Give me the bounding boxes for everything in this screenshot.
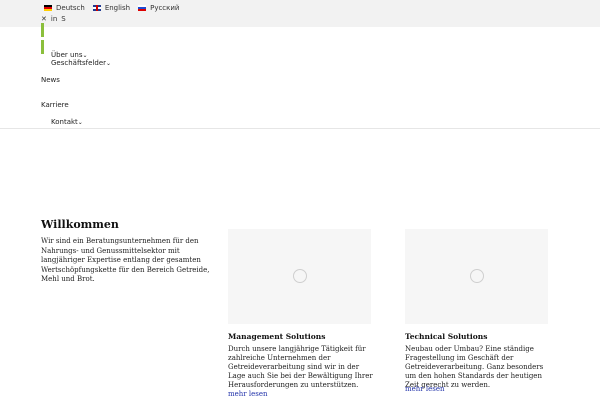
nav-label: Karriere bbox=[41, 101, 69, 109]
nav-label: Kontakt bbox=[51, 118, 78, 126]
lang-deutsch[interactable]: Deutsch bbox=[44, 3, 85, 12]
welcome-heading: Willkommen bbox=[41, 218, 119, 231]
nav-news[interactable]: News bbox=[41, 76, 60, 84]
card-text: Durch unsere langjährige Tätigkeit für z… bbox=[228, 345, 373, 389]
lang-label: Русский bbox=[150, 3, 180, 12]
lang-english[interactable]: English bbox=[92, 3, 131, 12]
read-more-link[interactable]: mehr lesen bbox=[405, 385, 444, 393]
nav-geschaeftsfelder[interactable]: Geschäftsfelder⌄ bbox=[51, 59, 111, 67]
language-switcher: Deutsch English Русский bbox=[44, 3, 179, 12]
card-title: Management Solutions bbox=[228, 332, 326, 341]
russian-flag-icon bbox=[138, 4, 147, 11]
menu-toggle-bar[interactable] bbox=[41, 40, 44, 54]
german-flag-icon bbox=[44, 4, 52, 11]
nav-label: News bbox=[41, 76, 60, 84]
card-text: Neubau oder Umbau? Eine ständige Fragest… bbox=[405, 345, 544, 389]
nav-ueber-uns[interactable]: Über uns⌄ bbox=[51, 51, 88, 59]
nav-kontakt[interactable]: Kontakt⌄ bbox=[51, 118, 83, 126]
read-more-link[interactable]: mehr lesen bbox=[228, 390, 267, 398]
nav-label: Geschäftsfelder bbox=[51, 59, 107, 67]
nav-label: Über uns bbox=[51, 51, 83, 59]
card-title: Technical Solutions bbox=[405, 332, 488, 341]
nav-karriere[interactable]: Karriere bbox=[41, 101, 69, 109]
loading-spinner-icon bbox=[470, 269, 484, 283]
loading-spinner-icon bbox=[293, 269, 307, 283]
uk-flag-icon bbox=[92, 4, 101, 11]
skype-icon[interactable]: S bbox=[61, 15, 65, 23]
lang-label: Deutsch bbox=[56, 3, 85, 12]
social-links: ✕ in S bbox=[41, 15, 66, 23]
nav-area bbox=[0, 27, 600, 128]
linkedin-icon[interactable]: in bbox=[51, 15, 57, 23]
card-image-placeholder bbox=[405, 229, 548, 324]
chevron-down-icon: ⌄ bbox=[77, 119, 83, 126]
chevron-down-icon: ⌄ bbox=[82, 52, 88, 59]
lang-label: English bbox=[104, 3, 131, 12]
header: Deutsch English Русский ✕ in S Über uns⌄… bbox=[0, 0, 600, 129]
card-image-placeholder bbox=[228, 229, 371, 324]
chevron-down-icon: ⌄ bbox=[106, 60, 112, 67]
menu-toggle-bar[interactable] bbox=[41, 23, 44, 37]
welcome-text: Wir sind ein Beratungsunternehmen für de… bbox=[41, 237, 210, 283]
lang-russian[interactable]: Русский bbox=[138, 3, 179, 12]
xing-icon[interactable]: ✕ bbox=[41, 15, 47, 23]
